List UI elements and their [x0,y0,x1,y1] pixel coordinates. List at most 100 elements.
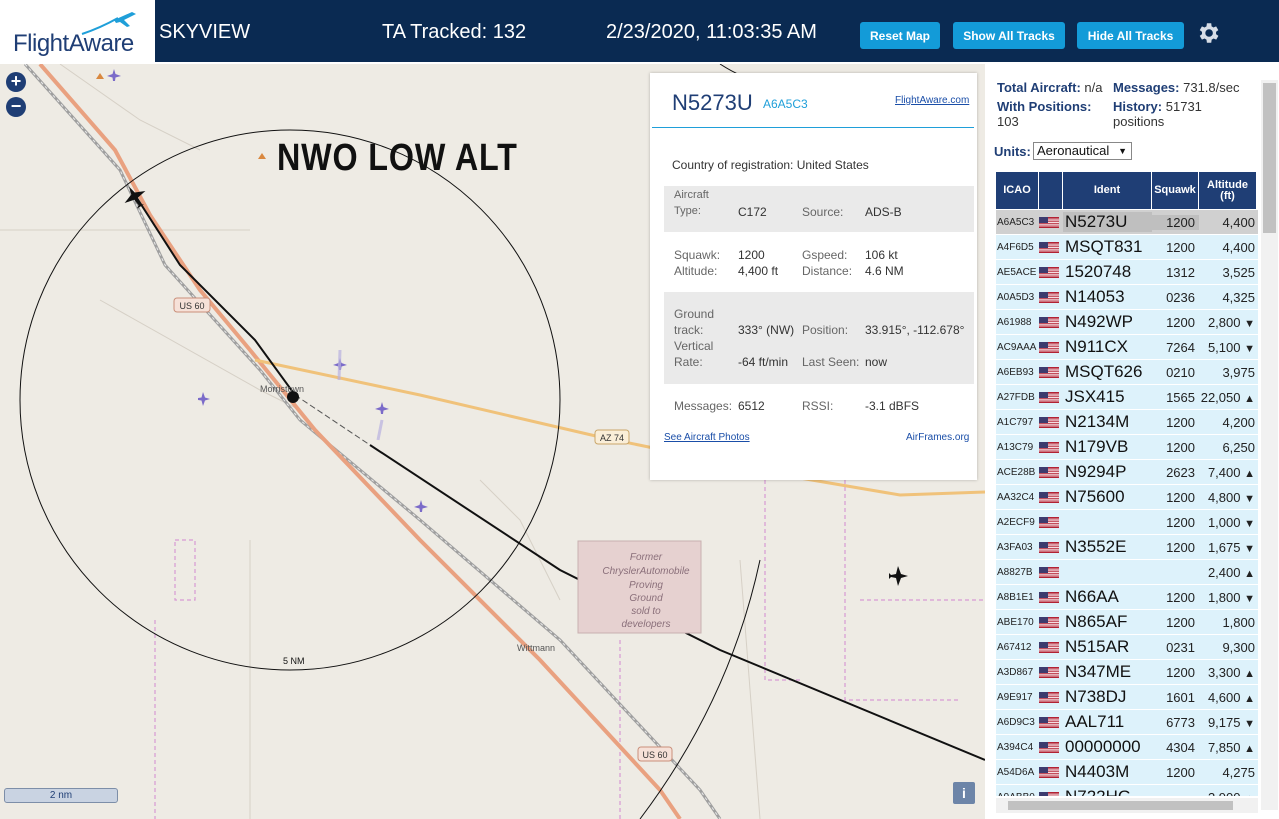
table-row[interactable]: A3FA03 N3552E 1200 1,675 ▼ [996,535,1258,560]
table-row[interactable]: A1C797 N2134M 1200 4,200 [996,410,1258,435]
table-row[interactable]: A67412 N515AR 0231 9,300 [996,635,1258,660]
row-altitude: 3,525 [1222,264,1255,280]
flightaware-link[interactable]: FlightAware.com [895,95,969,106]
flightaware-logo[interactable]: FlightAware [0,0,155,62]
popup-hex: A6A5C3 [763,97,808,111]
table-row[interactable]: A61988 N492WP 1200 2,800 ▼ [996,310,1258,335]
table-row[interactable]: AA32C4 N75600 1200 4,800 ▼ [996,485,1258,510]
table-row[interactable]: AE5ACE 1520748 1312 3,525 [996,260,1258,285]
track-label: Ground [674,307,715,321]
row-squawk: 1312 [1166,264,1195,280]
popup-block-messages: Messages: 6512 RSSI: -3.1 dBFS [664,393,974,423]
rssi-value: -3.1 dBFS [865,399,920,413]
col-icao[interactable]: ICAO [996,172,1039,209]
col-altitude[interactable]: Altitude (ft) [1199,172,1257,209]
row-squawk: 1200 [1166,439,1195,455]
table-row[interactable]: A6A5C3 N5273U 1200 4,400 [996,210,1258,235]
table-row[interactable]: A6EB93 MSQT626 0210 3,975 [996,360,1258,385]
row-squawk: 4304 [1166,739,1195,755]
top-bar: FlightAware SKYVIEW TA Tracked: 132 2/23… [0,0,1279,62]
table-row[interactable]: A394C4 00000000 4304 7,850 ▲ [996,735,1258,760]
place-label: developers [622,619,671,630]
row-altitude: 4,400 [1222,239,1255,255]
table-row[interactable]: A8827B 2,400 ▲ [996,560,1258,585]
row-altitude: 4,600 ▲ [1207,689,1255,705]
row-icao: A3FA03 [997,541,1033,553]
us-flag-icon [1039,466,1063,478]
table-row[interactable]: A2ECF9 1200 1,000 ▼ [996,510,1258,535]
gear-icon[interactable] [1195,20,1221,46]
country-label: Country of registration: [672,158,794,172]
place-label: Proving [629,580,663,591]
table-row[interactable]: A9E917 N738DJ 1601 4,600 ▲ [996,685,1258,710]
trend-icon: ▼ [1244,342,1255,355]
vertical-scrollbar[interactable] [1261,80,1278,810]
place-label: ChryslerAutomobile [602,566,690,577]
row-ident: N3552E [1065,537,1127,556]
table-row[interactable]: ABE170 N865AF 1200 1,800 [996,610,1258,635]
aircraft-photos-link[interactable]: See Aircraft Photos [664,432,750,443]
trend-icon: ▲ [1244,742,1255,755]
col-ident[interactable]: Ident [1063,172,1152,209]
tracked-count: TA Tracked: 132 [382,21,527,43]
popup-block-squawk: Squawk: 1200 Gspeed: 106 kt Altitude: 4,… [664,241,974,291]
altitude-label: Altitude: [674,264,718,278]
trend-icon: ▼ [1244,542,1255,555]
reset-map-button[interactable]: Reset Map [860,22,940,49]
row-altitude: 3,900 ▲ [1199,790,1257,797]
row-squawk: 7264 [1166,339,1195,355]
units-select[interactable]: Aeronautical ▼ [1033,142,1132,160]
table-row[interactable]: A3D867 N347ME 1200 3,300 ▲ [996,660,1258,685]
units-label: Units: [994,144,1031,159]
aircraft-icon [889,566,908,586]
table-row[interactable]: A6D9C3 AAL711 6773 9,175 ▼ [996,710,1258,735]
us-flag-icon [1039,641,1063,653]
row-ident: MSQT831 [1065,237,1143,256]
source-value: ADS-B [865,205,902,219]
table-row[interactable]: A9ABB0 N722HG 3,900 ▲ [996,785,1258,796]
place-label: Wittmann [517,643,555,653]
col-squawk[interactable]: Squawk [1152,172,1199,209]
gspeed-label: Gspeed: [802,248,848,262]
horizontal-scrollbar[interactable] [996,798,1258,813]
table-row[interactable]: ACE28B N9294P 2623 7,400 ▲ [996,460,1258,485]
app-title: SKYVIEW [159,21,251,43]
us-flag-icon [1039,716,1063,728]
table-row[interactable]: A54D6A N4403M 1200 4,275 [996,760,1258,785]
row-ident: N738DJ [1065,687,1127,706]
table-body: A6A5C3 N5273U 1200 4,400 A4F6D5 MSQT831 1200 4… [996,210,1258,796]
row-altitude: 1,675 ▼ [1207,539,1255,555]
row-altitude: 5,100 ▼ [1207,339,1255,355]
us-flag-icon [1039,591,1063,603]
zoom-in-button[interactable]: + [6,72,26,92]
table-row[interactable]: A13C79 N179VB 1200 6,250 [996,435,1258,460]
total-aircraft: Total Aircraft: n/a [997,80,1103,95]
aircraft-info-popup: N5273U A6A5C3 FlightAware.com Country of… [650,73,977,480]
hide-all-tracks-button[interactable]: Hide All Tracks [1077,22,1184,49]
show-all-tracks-button[interactable]: Show All Tracks [953,22,1065,49]
row-icao: A13C79 [997,441,1034,453]
table-row[interactable]: AC9AAA N911CX 7264 5,100 ▼ [996,335,1258,360]
row-icao: A54D6A [997,766,1035,778]
vrate-value: -64 ft/min [738,355,789,369]
table-row[interactable]: A4F6D5 MSQT831 1200 4,400 [996,235,1258,260]
table-row[interactable]: A8B1E1 N66AA 1200 1,800 ▼ [996,585,1258,610]
country-value: United States [796,158,869,172]
row-altitude: 1,800 ▼ [1207,589,1255,605]
row-ident: N75600 [1065,487,1125,506]
row-ident: N2134M [1065,412,1130,431]
altitude-value: 4,400 ft [738,264,779,278]
zoom-out-button[interactable]: − [6,97,26,117]
airframes-link[interactable]: AirFrames.org [906,432,969,443]
row-ident: N14053 [1065,287,1125,306]
info-button[interactable]: i [953,782,975,804]
row-altitude: 6,250 [1222,439,1255,455]
table-row[interactable]: A27FDB JSX415 1565 22,050 ▲ [996,385,1258,410]
map-annotation: NWO LOW ALT [277,137,518,179]
table-row[interactable]: A0A5D3 N14053 0236 4,325 [996,285,1258,310]
gspeed-value: 106 kt [865,248,898,262]
col-flag[interactable] [1039,172,1063,209]
trend-icon: ▼ [1244,517,1255,530]
trend-icon: ▼ [1244,317,1255,330]
row-ident: N515AR [1065,637,1130,656]
